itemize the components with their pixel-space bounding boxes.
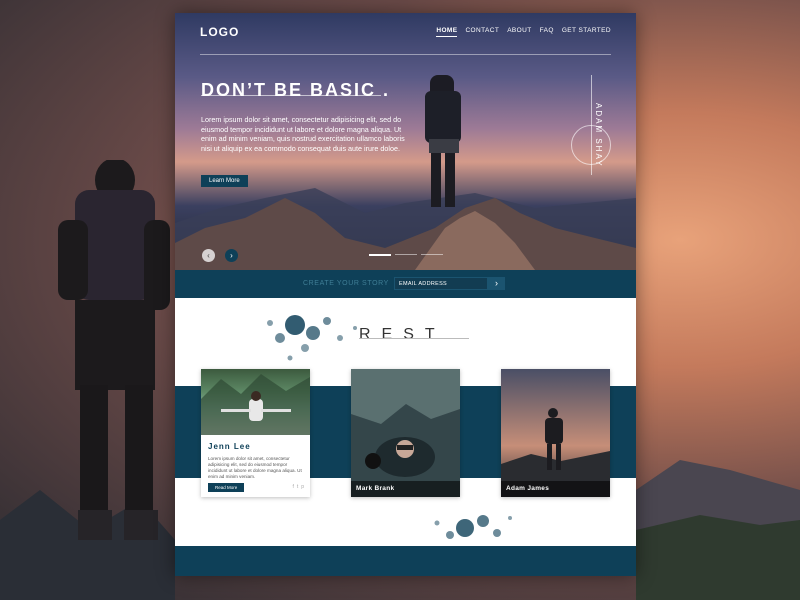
card-name: Jenn Lee: [208, 442, 251, 451]
nav-item-home[interactable]: HOME: [436, 27, 458, 37]
side-photographer-name: ADAM SHAY: [594, 103, 603, 168]
photo-card-mark-brank[interactable]: Mark Brank: [351, 369, 460, 497]
newsletter-bar: CREATE YOUR STORY EMAIL ADDRESS ›: [175, 270, 636, 298]
underwater-photo: [351, 369, 460, 497]
hero-title: DON’T BE BASIC .: [201, 80, 391, 100]
card-description: Lorem ipsum dolor sit amet, consectetur …: [208, 456, 302, 479]
background-hiker-silhouette: [58, 160, 170, 540]
nav-item-about[interactable]: ABOUT: [507, 27, 531, 37]
section-title-line: [359, 338, 469, 339]
slider-prev-button[interactable]: ‹: [202, 249, 215, 262]
newsletter-label: CREATE YOUR STORY: [303, 280, 389, 287]
slider-dot-3[interactable]: [421, 254, 443, 255]
section-title: REST: [359, 326, 446, 343]
website-mockup: LOGO HOME CONTACT ABOUT FAQ GET STARTED …: [175, 13, 636, 576]
footer: [175, 546, 636, 576]
nav-menu: HOME CONTACT ABOUT FAQ GET STARTED: [436, 27, 611, 37]
ink-splash-decoration: [267, 315, 357, 361]
nav-item-contact[interactable]: CONTACT: [465, 27, 499, 37]
chevron-right-icon: ›: [230, 251, 233, 260]
read-more-button[interactable]: Read More: [208, 483, 245, 492]
nav-item-get-started[interactable]: GET STARTED: [562, 27, 611, 37]
card-photo: [201, 369, 310, 435]
email-field[interactable]: EMAIL ADDRESS: [394, 277, 488, 290]
ink-splash-decoration: [434, 515, 512, 539]
nav-item-faq[interactable]: FAQ: [540, 27, 554, 37]
facebook-icon[interactable]: f: [292, 484, 293, 490]
slider-pagination: [369, 254, 443, 256]
top-navigation: LOGO HOME CONTACT ABOUT FAQ GET STARTED: [200, 25, 611, 55]
slider-next-button[interactable]: ›: [225, 249, 238, 262]
hero-title-underline: [201, 95, 381, 96]
slider-dot-1[interactable]: [369, 254, 391, 256]
slider-dot-2[interactable]: [395, 254, 417, 255]
card-name: Mark Brank: [351, 481, 460, 497]
card-name: Adam James: [501, 481, 610, 497]
pinterest-icon[interactable]: p: [301, 484, 304, 490]
social-links: f t p: [292, 484, 304, 490]
twitter-icon[interactable]: t: [297, 484, 298, 490]
photo-card-adam-james[interactable]: Adam James: [501, 369, 610, 497]
profile-card-jenn-lee[interactable]: Jenn Lee Lorem ipsum dolor sit amet, con…: [201, 369, 310, 497]
chevron-left-icon: ‹: [207, 251, 210, 260]
hero-description: Lorem ipsum dolor sit amet, consectetur …: [201, 115, 405, 154]
sunset-hiker-photo: [501, 369, 610, 497]
hero-section: LOGO HOME CONTACT ABOUT FAQ GET STARTED …: [175, 13, 636, 270]
arrow-right-icon: ›: [495, 278, 498, 288]
email-submit-button[interactable]: ›: [488, 277, 505, 290]
logo[interactable]: LOGO: [200, 25, 239, 39]
learn-more-button[interactable]: Learn More: [201, 175, 248, 187]
